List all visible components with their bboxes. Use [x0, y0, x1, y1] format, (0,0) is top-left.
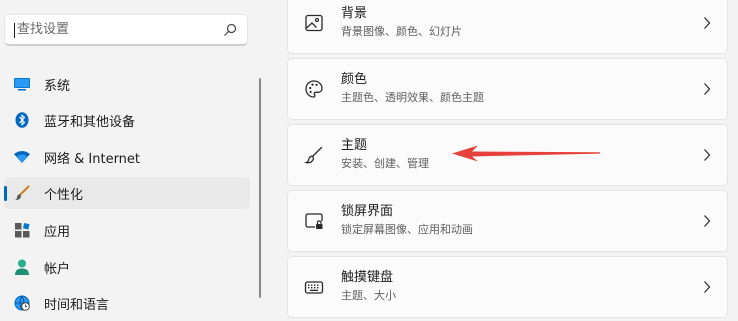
- sidebar-item-apps[interactable]: 应用: [4, 214, 250, 246]
- card-colors[interactable]: 颜色 主题色、透明效果、颜色主题: [287, 58, 728, 120]
- search-icon[interactable]: [223, 23, 237, 37]
- brush-icon: [304, 146, 323, 164]
- card-background[interactable]: 背景 背景图像、颜色、幻灯片: [287, 0, 728, 54]
- wifi-icon: [14, 149, 30, 165]
- card-lock-screen[interactable]: 锁屏界面 锁定屏幕图像、应用和动画: [287, 190, 728, 252]
- sidebar-item-accounts[interactable]: 帐户: [4, 251, 250, 283]
- chevron-right-icon: [704, 149, 711, 161]
- apps-icon: [14, 222, 30, 238]
- selection-indicator: [4, 186, 7, 201]
- search-box[interactable]: [4, 14, 248, 46]
- person-icon: [14, 259, 30, 275]
- globe-clock-icon: [14, 295, 30, 311]
- card-subtitle: 背景图像、颜色、幻灯片: [341, 25, 462, 38]
- sidebar-item-system[interactable]: 系统: [4, 68, 250, 100]
- card-subtitle: 主题色、透明效果、颜色主题: [341, 91, 484, 104]
- chevron-right-icon: [704, 83, 711, 95]
- card-title: 主题: [341, 138, 368, 153]
- card-subtitle: 安装、创建、管理: [341, 157, 429, 170]
- monitor-icon: [14, 76, 30, 92]
- keyboard-icon: [304, 281, 324, 294]
- sidebar-item-label: 网络 & Internet: [44, 152, 141, 167]
- text-cursor: [14, 23, 15, 38]
- sidebar-scrollbar[interactable]: [259, 78, 261, 298]
- sidebar: 系统 蓝牙和其他设备 网络 & Internet 个性化 应用 帐户: [0, 0, 270, 321]
- sidebar-item-bluetooth[interactable]: 蓝牙和其他设备: [4, 104, 250, 136]
- card-title: 锁屏界面: [341, 204, 394, 219]
- sidebar-item-label: 系统: [44, 79, 71, 94]
- card-subtitle: 主题、大小: [341, 289, 396, 302]
- card-touch-keyboard[interactable]: 触摸键盘 主题、大小: [287, 256, 728, 318]
- chevron-right-icon: [704, 281, 711, 293]
- card-title: 触摸键盘: [341, 270, 394, 285]
- sidebar-item-personalization[interactable]: 个性化: [4, 177, 250, 209]
- sidebar-item-label: 应用: [44, 225, 71, 240]
- palette-icon: [305, 80, 323, 98]
- chevron-right-icon: [704, 17, 711, 29]
- sidebar-item-label: 蓝牙和其他设备: [44, 115, 136, 130]
- brush-icon: [14, 185, 30, 201]
- sidebar-item-network[interactable]: 网络 & Internet: [4, 141, 250, 173]
- annotation-arrow: [452, 145, 600, 162]
- sidebar-item-label: 时间和语言: [44, 298, 110, 313]
- chevron-right-icon: [704, 215, 711, 227]
- sidebar-item-time-language[interactable]: 时间和语言: [4, 287, 250, 319]
- sidebar-item-label: 个性化: [44, 188, 84, 203]
- sidebar-item-label: 帐户: [44, 262, 71, 277]
- card-title: 颜色: [341, 72, 368, 87]
- picture-icon: [305, 14, 323, 32]
- card-title: 背景: [341, 6, 368, 21]
- lock-screen-icon: [305, 213, 323, 229]
- search-input[interactable]: [17, 15, 217, 43]
- bluetooth-icon: [14, 112, 30, 128]
- card-subtitle: 锁定屏幕图像、应用和动画: [341, 223, 473, 236]
